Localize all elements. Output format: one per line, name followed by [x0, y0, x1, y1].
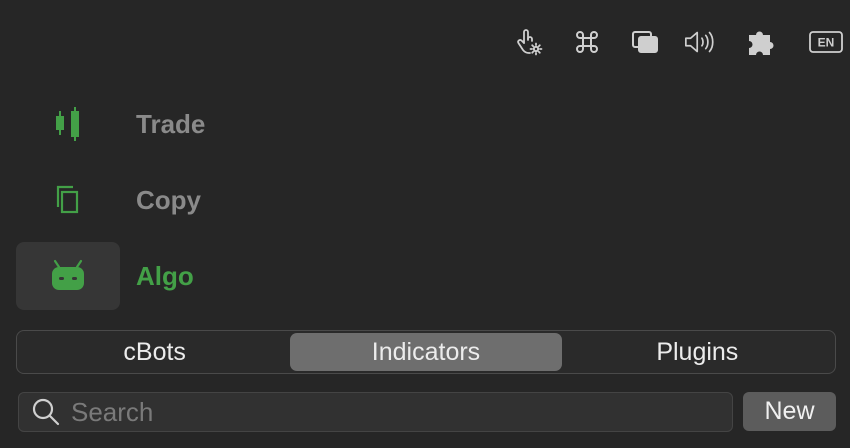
nav-label-copy: Copy — [136, 184, 201, 215]
nav-item-copy[interactable]: Copy — [16, 166, 416, 234]
windows-icon[interactable] — [627, 24, 663, 60]
search-icon — [32, 398, 60, 426]
puzzle-icon[interactable] — [744, 24, 780, 60]
tab-indicators[interactable]: Indicators — [290, 333, 562, 371]
tab-plugins[interactable]: Plugins — [562, 333, 833, 371]
search-input[interactable] — [71, 394, 732, 430]
robot-icon — [52, 259, 84, 290]
nav-icon-box — [16, 90, 120, 158]
tab-cbots[interactable]: cBots — [19, 333, 290, 371]
new-button[interactable]: New — [743, 392, 836, 431]
command-icon[interactable] — [569, 24, 605, 60]
speaker-icon[interactable] — [683, 24, 719, 60]
language-icon[interactable]: EN — [808, 24, 844, 60]
nav-item-algo[interactable]: Algo — [16, 242, 416, 310]
nav-icon-box — [16, 242, 120, 310]
algo-type-tabs: cBots Indicators Plugins — [16, 330, 836, 374]
candlestick-icon — [56, 107, 79, 141]
language-label: EN — [818, 36, 835, 50]
touch-settings-icon[interactable] — [512, 24, 548, 60]
copy-icon — [56, 185, 79, 214]
nav-item-trade[interactable]: Trade — [16, 90, 416, 158]
nav-label-algo: Algo — [136, 260, 194, 291]
nav-icon-box — [16, 166, 120, 234]
search-box — [18, 392, 733, 432]
nav-label-trade: Trade — [136, 108, 206, 139]
